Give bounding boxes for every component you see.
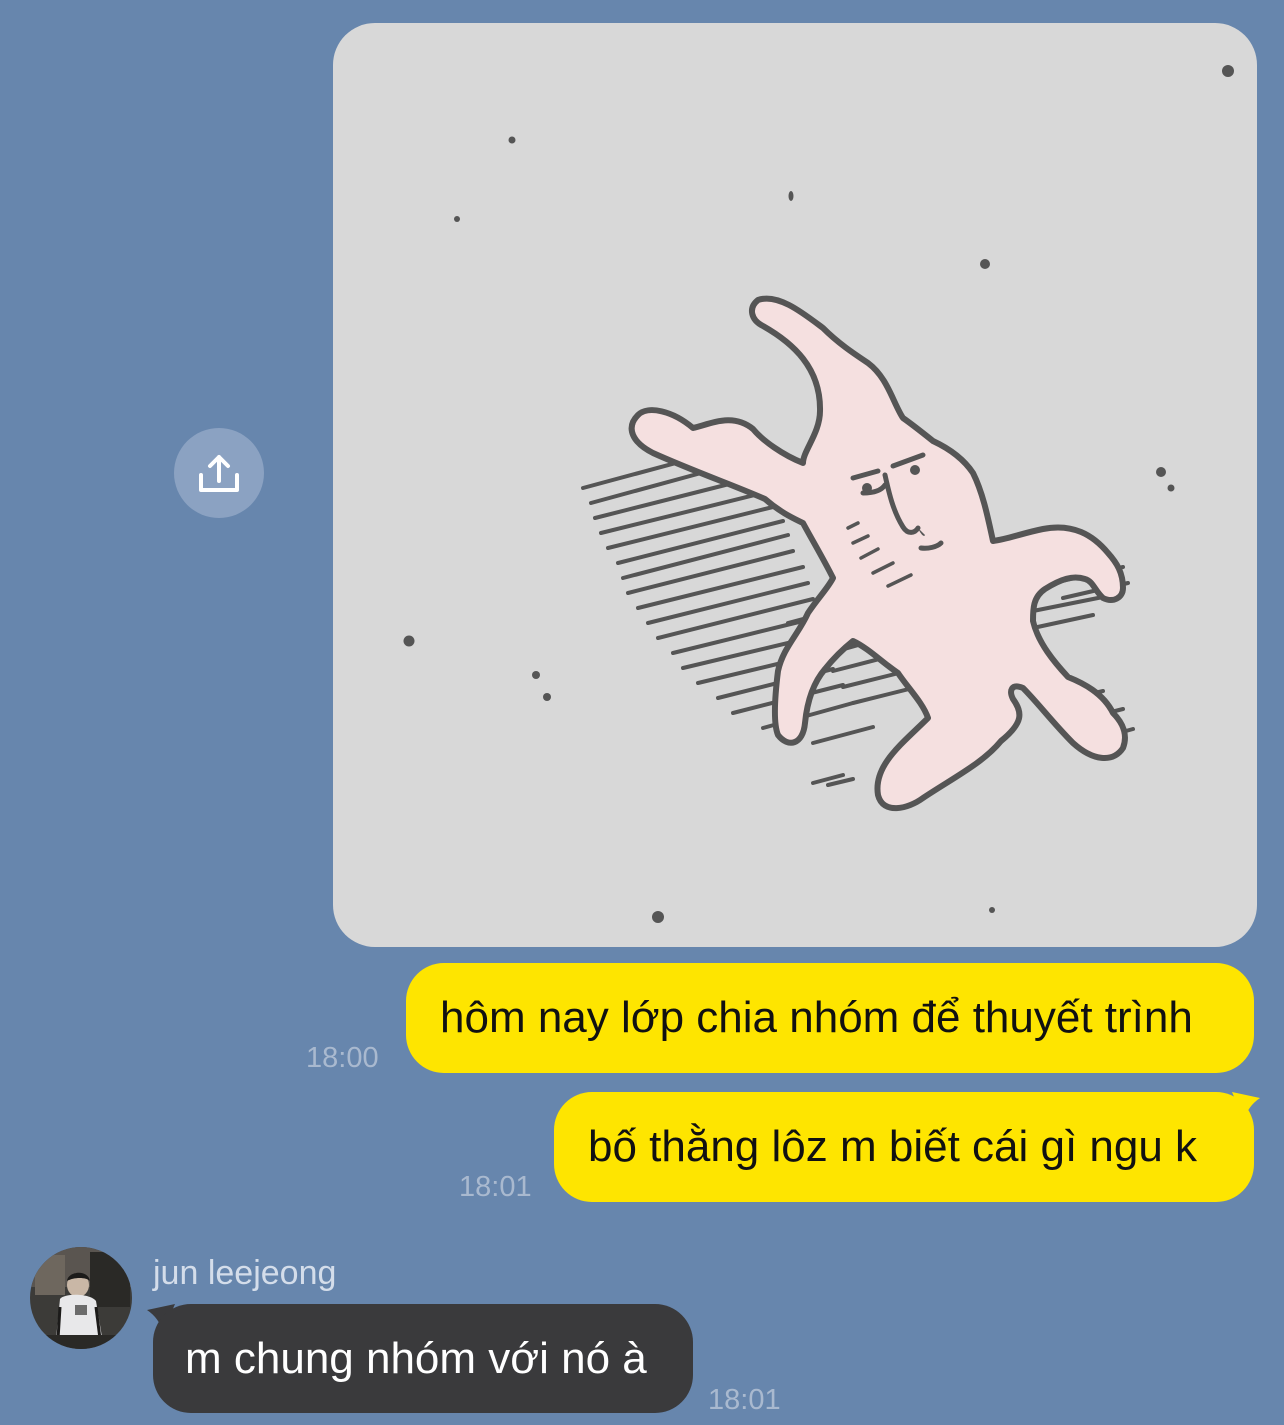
avatar-image [30, 1247, 132, 1349]
message-time: 18:01 [459, 1171, 532, 1203]
message-time: 18:01 [708, 1384, 781, 1416]
share-icon [199, 455, 239, 492]
outgoing-message-bubble[interactable]: hôm nay lớp chia nhóm để thuyết trình [406, 963, 1254, 1073]
sticker-image [403, 65, 1234, 923]
sender-name[interactable]: jun leejeong [153, 1254, 336, 1293]
bubble-tail [1232, 1092, 1260, 1120]
incoming-message-bubble[interactable]: m chung nhóm với nó à [153, 1304, 693, 1413]
avatar[interactable] [30, 1247, 132, 1349]
message-text: hôm nay lớp chia nhóm để thuyết trình [440, 993, 1193, 1042]
message-text: bố thằng lôz m biết cái gì ngu k [588, 1122, 1198, 1171]
outgoing-message-bubble[interactable]: bố thằng lôz m biết cái gì ngu k [554, 1092, 1254, 1202]
message-text: m chung nhóm với nó à [185, 1333, 647, 1383]
share-button[interactable] [174, 428, 264, 518]
sticker-message[interactable] [333, 23, 1257, 947]
message-time: 18:00 [306, 1042, 379, 1074]
